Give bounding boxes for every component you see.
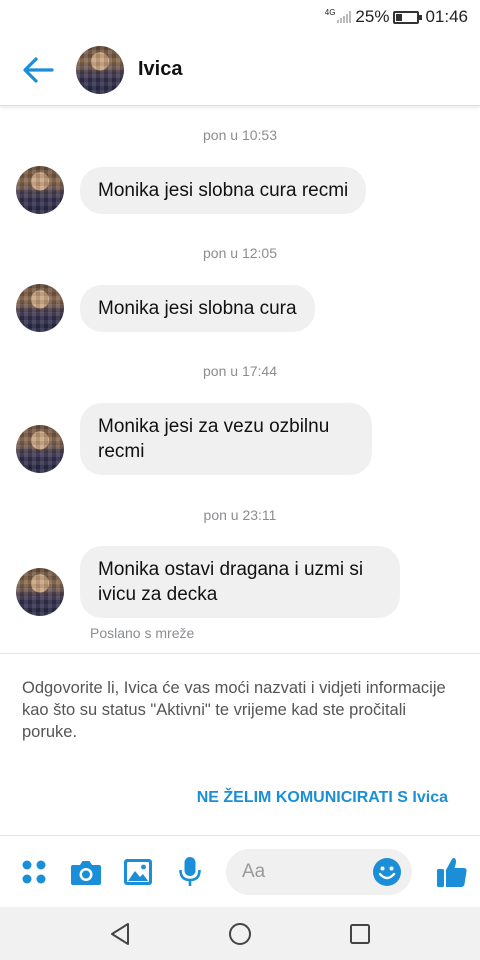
clock: 01:46 xyxy=(425,7,468,26)
chat-header: Ivica xyxy=(0,34,480,106)
message-row: Monika jesi slobna cura recmi xyxy=(16,166,367,214)
microphone-icon xyxy=(179,856,201,886)
message-input[interactable] xyxy=(242,860,362,883)
message-timestamp: pon u 17:44 xyxy=(203,363,277,379)
message-bubble[interactable]: Monika ostavi dragana i uzmi si ivicu za… xyxy=(80,546,400,618)
signal-icon xyxy=(337,11,352,23)
message-request-notice: Odgovorite li, Ivica će vas moći nazvati… xyxy=(22,679,446,741)
navigation-bar xyxy=(0,907,480,960)
message-row: Monika jesi za vezu ozbilnu recmi xyxy=(16,403,372,475)
message-bubble[interactable]: Monika jesi za vezu ozbilnu recmi xyxy=(80,403,372,475)
message-list[interactable]: pon u 10:53 Monika jesi slobna cura recm… xyxy=(0,108,480,653)
back-arrow-icon xyxy=(23,56,54,83)
divider xyxy=(0,653,480,654)
image-icon xyxy=(124,858,152,885)
battery-icon xyxy=(393,10,423,24)
apps-icon xyxy=(22,860,46,883)
contact-name[interactable]: Ivica xyxy=(138,58,182,81)
contact-avatar[interactable] xyxy=(76,45,124,94)
message-row: Monika jesi slobna cura xyxy=(16,284,315,332)
sender-avatar[interactable] xyxy=(16,425,64,473)
sender-avatar[interactable] xyxy=(16,284,64,332)
message-timestamp: pon u 23:11 xyxy=(203,507,277,523)
apps-button[interactable] xyxy=(8,846,60,898)
sent-from-label: Poslano s mreže xyxy=(90,625,195,641)
nav-home-icon xyxy=(229,922,251,945)
message-bubble[interactable]: Monika jesi slobna cura recmi xyxy=(80,166,367,214)
status-bar: 4G 25% 01:46 xyxy=(0,0,480,34)
composer-bar xyxy=(0,835,480,907)
nav-home-button[interactable] xyxy=(220,914,260,954)
nav-recents-icon xyxy=(350,923,370,944)
message-row: Monika ostavi dragana i uzmi si ivicu za… xyxy=(16,546,400,618)
nav-recents-button[interactable] xyxy=(340,914,380,954)
message-bubble[interactable]: Monika jesi slobna cura xyxy=(80,284,315,332)
gallery-button[interactable] xyxy=(112,846,164,898)
voice-button[interactable] xyxy=(164,846,216,898)
camera-icon xyxy=(71,860,101,885)
message-timestamp: pon u 12:05 xyxy=(203,245,277,261)
emoji-icon[interactable] xyxy=(372,857,402,887)
battery-percent: 25% xyxy=(355,7,390,26)
camera-button[interactable] xyxy=(60,846,112,898)
thumbs-up-icon xyxy=(437,857,467,887)
ignore-contact-link[interactable]: NE ŽELIM KOMUNICIRATI S Ivica xyxy=(197,789,448,807)
nav-back-button[interactable] xyxy=(100,914,140,954)
like-button[interactable] xyxy=(426,846,478,898)
message-input-container[interactable] xyxy=(226,848,412,895)
message-timestamp: pon u 10:53 xyxy=(203,127,277,143)
network-type: 4G xyxy=(324,7,336,17)
sender-avatar[interactable] xyxy=(16,166,64,214)
back-button[interactable] xyxy=(8,40,68,100)
sender-avatar[interactable] xyxy=(16,568,64,616)
nav-back-icon xyxy=(111,922,129,945)
